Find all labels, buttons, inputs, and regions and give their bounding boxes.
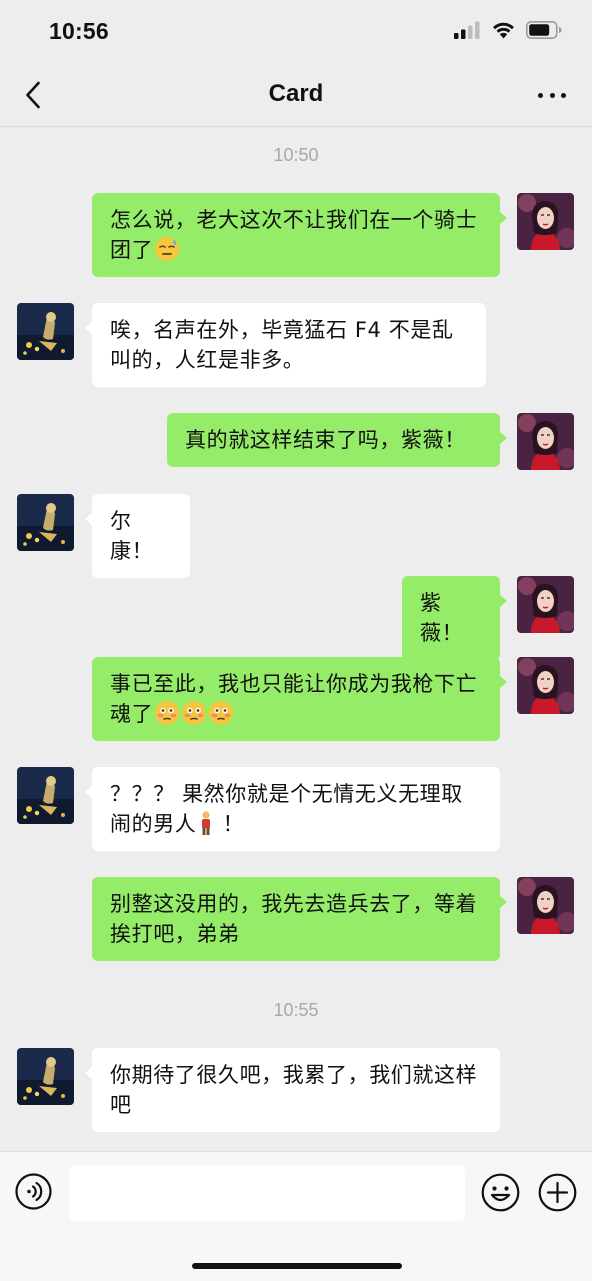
contact-avatar[interactable] — [17, 1048, 74, 1105]
flushed-emoji-icon — [181, 700, 207, 726]
message-text-suffix: ！ — [215, 812, 245, 836]
message-text: 唉，名声在外，毕竟猛石 F4 不是乱叫的，人红是非多。 — [110, 318, 454, 372]
contact-avatar[interactable] — [17, 767, 74, 824]
contact-avatar[interactable] — [17, 494, 74, 551]
input-bar — [0, 1151, 592, 1281]
avatar-woman-icon — [517, 576, 574, 633]
message-bubble-incoming[interactable]: ？？？ 果然你就是个无情无义无理取闹的男人 ！ — [85, 767, 500, 851]
message-text: 你期待了很久吧，我累了，我们就这样吧 — [110, 1063, 478, 1117]
contact-avatar[interactable] — [17, 303, 74, 360]
flushed-emoji-icon — [208, 700, 234, 726]
avatar-night-scene-icon — [17, 494, 74, 551]
my-avatar[interactable] — [517, 413, 574, 470]
avatar-night-scene-icon — [17, 303, 74, 360]
emoji-button[interactable] — [481, 1173, 520, 1212]
message-bubble-outgoing[interactable]: 别整这没用的，我先去造兵去了，等着挨打吧，弟弟 — [92, 877, 507, 961]
message-input[interactable] — [69, 1165, 465, 1221]
ellipsis-icon-dot — [561, 92, 566, 98]
avatar-woman-icon — [517, 193, 574, 250]
avatar-woman-icon — [517, 877, 574, 934]
status-time: 10:56 — [49, 18, 109, 44]
flushed-emoji-icon — [154, 700, 180, 726]
standing-person-emoji-icon — [197, 810, 215, 836]
message-text: ？？？ 果然你就是个无情无义无理取闹的男人 — [110, 782, 463, 836]
chat-area[interactable]: 10:50 怎么说，老大这次不让我们在一个骑士团了 唉，名声在外，毕竟猛石 F4… — [0, 127, 592, 1151]
message-text: 紫薇！ — [420, 591, 464, 645]
voice-icon — [15, 1173, 52, 1210]
avatar-woman-icon — [517, 413, 574, 470]
cellular-signal-icon — [454, 21, 480, 39]
timestamp: 10:55 — [273, 1000, 319, 1020]
avatar-night-scene-icon — [17, 767, 74, 824]
message-bubble-outgoing[interactable]: 事已至此，我也只能让你成为我枪下亡魂了 — [92, 657, 507, 741]
nav-bar: Card — [0, 64, 592, 127]
battery-icon — [526, 21, 562, 39]
wifi-icon — [493, 22, 514, 39]
smiley-icon — [481, 1173, 520, 1212]
voice-button[interactable] — [15, 1173, 52, 1210]
home-indicator[interactable] — [192, 1263, 402, 1269]
timestamp: 10:50 — [273, 145, 319, 165]
ellipsis-icon-dot — [549, 92, 555, 98]
message-bubble-incoming[interactable]: 尔康！ — [85, 494, 190, 578]
message-bubble-outgoing[interactable]: 真的就这样结束了吗，紫薇！ — [167, 413, 507, 467]
chat-title: Card — [268, 80, 324, 107]
message-bubble-incoming[interactable]: 唉，名声在外，毕竟猛石 F4 不是乱叫的，人红是非多。 — [85, 303, 486, 387]
my-avatar[interactable] — [517, 657, 574, 714]
more-functions-button[interactable] — [538, 1173, 577, 1212]
message-text: 真的就这样结束了吗，紫薇！ — [185, 428, 466, 452]
message-text: 尔康！ — [110, 509, 154, 563]
message-bubble-outgoing[interactable]: 怎么说，老大这次不让我们在一个骑士团了 — [92, 193, 507, 277]
message-text: 别整这没用的，我先去造兵去了，等着挨打吧，弟弟 — [110, 892, 478, 946]
plus-circle-icon — [538, 1173, 577, 1212]
my-avatar[interactable] — [517, 576, 574, 633]
message-bubble-incoming[interactable]: 你期待了很久吧，我累了，我们就这样吧 — [85, 1048, 500, 1132]
my-avatar[interactable] — [517, 877, 574, 934]
avatar-night-scene-icon — [17, 1048, 74, 1105]
avatar-woman-icon — [517, 657, 574, 714]
message-bubble-outgoing[interactable]: 紫薇！ — [402, 576, 507, 660]
sweat-emoji-icon — [154, 236, 180, 262]
status-icons — [454, 21, 562, 39]
more-button[interactable] — [538, 83, 566, 107]
status-bar: 10:56 — [0, 0, 592, 64]
my-avatar[interactable] — [517, 193, 574, 250]
ellipsis-icon — [538, 92, 543, 98]
